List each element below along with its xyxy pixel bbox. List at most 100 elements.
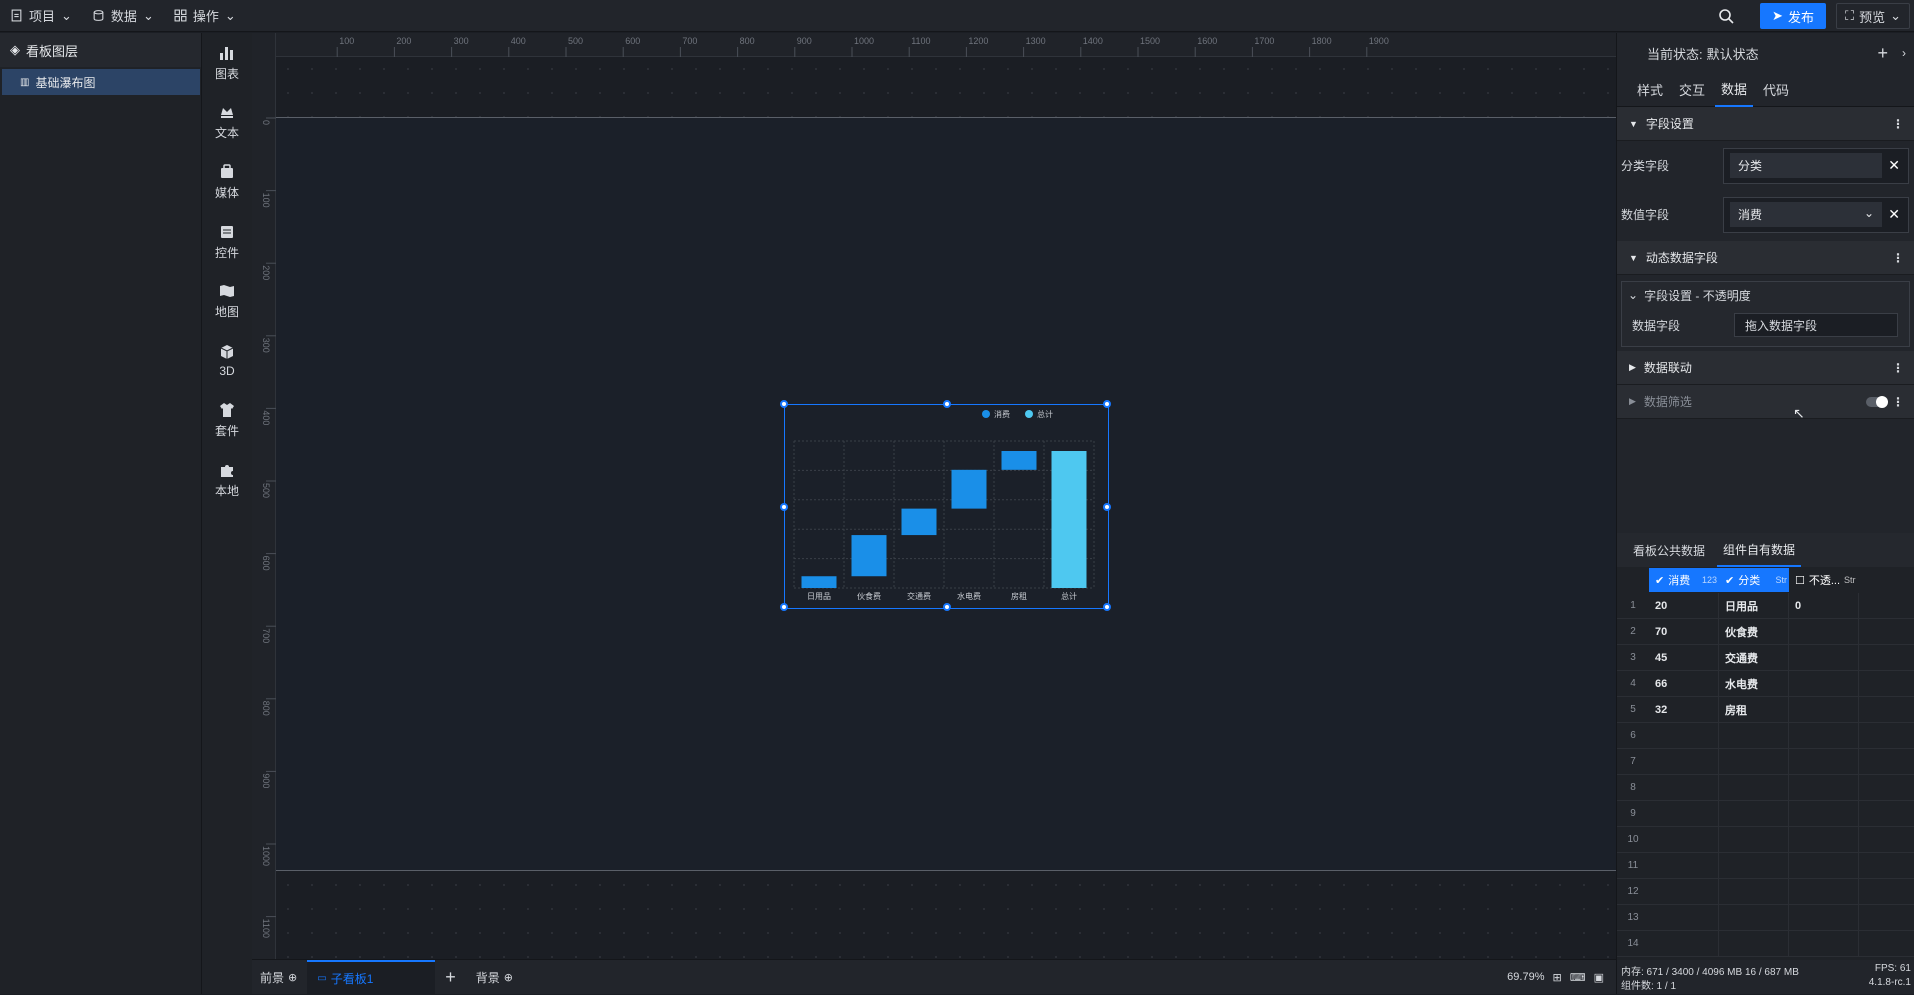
resize-handle-e[interactable]	[1103, 503, 1111, 511]
column-consume[interactable]: ✔ 消费 123	[1649, 568, 1719, 592]
table-cell[interactable]: 日用品	[1719, 593, 1789, 618]
add-circle-icon[interactable]: ⊕	[504, 971, 513, 984]
table-cell[interactable]	[1789, 827, 1859, 852]
resize-handle-s[interactable]	[943, 603, 951, 611]
section-field-settings[interactable]: ▼ 字段设置 ⋮	[1617, 107, 1914, 141]
table-cell[interactable]	[1789, 931, 1859, 956]
table-cell[interactable]	[1649, 827, 1719, 852]
tab-interaction[interactable]: 交互	[1673, 73, 1711, 107]
checkbox-checked-icon[interactable]: ✔	[1725, 574, 1734, 587]
table-cell[interactable]	[1789, 879, 1859, 904]
close-icon[interactable]: ✕	[1888, 206, 1900, 223]
column-category[interactable]: ✔ 分类 Str	[1719, 568, 1789, 592]
menu-data[interactable]: 数据 ⌄	[82, 0, 164, 32]
table-cell[interactable]	[1719, 723, 1789, 748]
chevron-down-icon[interactable]: ⌄	[1864, 206, 1874, 223]
table-cell[interactable]	[1789, 645, 1859, 670]
table-cell[interactable]	[1649, 801, 1719, 826]
section-data-filter[interactable]: ▶ 数据筛选 ⋮	[1617, 385, 1914, 419]
table-cell[interactable]	[1789, 697, 1859, 722]
table-cell[interactable]	[1789, 749, 1859, 774]
tab-foreground[interactable]: 前景 ⊕	[252, 960, 307, 995]
menu-operation[interactable]: 操作 ⌄	[164, 0, 246, 32]
resize-handle-n[interactable]	[943, 400, 951, 408]
opacity-field-header[interactable]: ⌄ 字段设置 - 不透明度	[1622, 282, 1909, 308]
table-cell[interactable]	[1719, 879, 1789, 904]
section-data-linkage[interactable]: ▶ 数据联动 ⋮	[1617, 351, 1914, 385]
table-cell[interactable]	[1719, 905, 1789, 930]
waterfall-chart-widget[interactable]: 日用品 伙食费 交通费 水电费 房租 总计 消费 总计	[780, 400, 1111, 611]
table-cell[interactable]: 45	[1649, 645, 1719, 670]
column-opacity[interactable]: ☐ 不透... Str	[1789, 568, 1859, 592]
resize-handle-nw[interactable]	[780, 400, 788, 408]
table-cell[interactable]	[1789, 775, 1859, 800]
resize-handle-se[interactable]	[1103, 603, 1111, 611]
table-cell[interactable]: 66	[1649, 671, 1719, 696]
layer-item-waterfall[interactable]: ▥ 基础瀑布图	[2, 69, 200, 95]
tool-local[interactable]: 本地	[202, 450, 252, 510]
table-cell[interactable]	[1789, 723, 1859, 748]
table-cell[interactable]	[1789, 801, 1859, 826]
table-cell[interactable]: 房租	[1719, 697, 1789, 722]
fit-screen-icon[interactable]: ⊞	[1552, 971, 1561, 984]
table-cell[interactable]	[1649, 853, 1719, 878]
table-cell[interactable]	[1789, 905, 1859, 930]
search-icon[interactable]	[1716, 6, 1736, 26]
filter-toggle[interactable]	[1866, 395, 1888, 408]
table-cell[interactable]: 水电费	[1719, 671, 1789, 696]
checkbox-empty-icon[interactable]: ☐	[1795, 574, 1805, 587]
keyboard-icon[interactable]: ⌨	[1570, 971, 1586, 984]
table-cell[interactable]	[1719, 931, 1789, 956]
table-cell[interactable]	[1649, 931, 1719, 956]
tab-data[interactable]: 数据	[1715, 73, 1754, 107]
table-cell[interactable]	[1649, 905, 1719, 930]
value-field-input[interactable]: 消费 ⌄ ✕	[1723, 196, 1909, 233]
table-cell[interactable]	[1649, 723, 1719, 748]
table-cell[interactable]: 伙食费	[1719, 619, 1789, 644]
tool-kit[interactable]: 套件	[202, 391, 252, 451]
drop-field-input[interactable]: 拖入数据字段	[1734, 313, 1898, 337]
table-cell[interactable]: 70	[1649, 619, 1719, 644]
more-icon[interactable]: ⋮	[1892, 117, 1904, 131]
table-cell[interactable]: 0	[1789, 593, 1859, 618]
tab-board-public-data[interactable]: 看板公共数据	[1627, 533, 1711, 567]
tool-media[interactable]: 媒体	[202, 152, 252, 212]
tab-style[interactable]: 样式	[1631, 73, 1669, 107]
add-board-button[interactable]: +	[435, 960, 466, 995]
table-cell[interactable]	[1789, 671, 1859, 696]
publish-button[interactable]: ➤ 发布	[1760, 3, 1826, 29]
tool-control[interactable]: 控件	[202, 212, 252, 272]
tab-subboard[interactable]: ▭ 子看板1	[307, 959, 436, 995]
table-cell[interactable]	[1789, 853, 1859, 878]
table-cell[interactable]	[1649, 775, 1719, 800]
tab-component-own-data[interactable]: 组件自有数据	[1717, 533, 1802, 567]
tool-3d[interactable]: 3D	[202, 331, 252, 391]
checkbox-checked-icon[interactable]: ✔	[1655, 574, 1664, 587]
table-cell[interactable]	[1649, 879, 1719, 904]
tool-chart[interactable]: 图表	[202, 33, 252, 93]
terminal-icon[interactable]: ▣	[1594, 971, 1604, 984]
chevron-right-icon[interactable]: ›	[1902, 46, 1906, 60]
table-cell[interactable]	[1719, 749, 1789, 774]
more-icon[interactable]: ⋮	[1892, 361, 1904, 375]
table-cell[interactable]: 20	[1649, 593, 1719, 618]
resize-handle-w[interactable]	[780, 503, 788, 511]
tab-code[interactable]: 代码	[1757, 73, 1795, 107]
table-cell[interactable]: 交通费	[1719, 645, 1789, 670]
resize-handle-ne[interactable]	[1103, 400, 1111, 408]
zoom-level[interactable]: 69.79%	[1507, 971, 1544, 983]
more-icon[interactable]: ⋮	[1892, 251, 1904, 265]
category-field-input[interactable]: 分类 ✕	[1723, 147, 1909, 184]
preview-button[interactable]: ⛶ 预览 ⌄	[1835, 3, 1910, 29]
add-circle-icon[interactable]: ⊕	[288, 971, 297, 984]
table-cell[interactable]	[1719, 775, 1789, 800]
table-cell[interactable]	[1719, 827, 1789, 852]
resize-handle-sw[interactable]	[780, 603, 788, 611]
menu-project[interactable]: 项目 ⌄	[0, 0, 82, 32]
add-state-icon[interactable]: +	[1877, 43, 1888, 64]
tool-text[interactable]: 文本	[202, 93, 252, 153]
close-icon[interactable]: ✕	[1888, 157, 1900, 174]
state-value[interactable]: 默认状态	[1707, 44, 1759, 63]
section-dynamic-fields[interactable]: ▼ 动态数据字段 ⋮	[1617, 241, 1914, 275]
table-cell[interactable]: 32	[1649, 697, 1719, 722]
